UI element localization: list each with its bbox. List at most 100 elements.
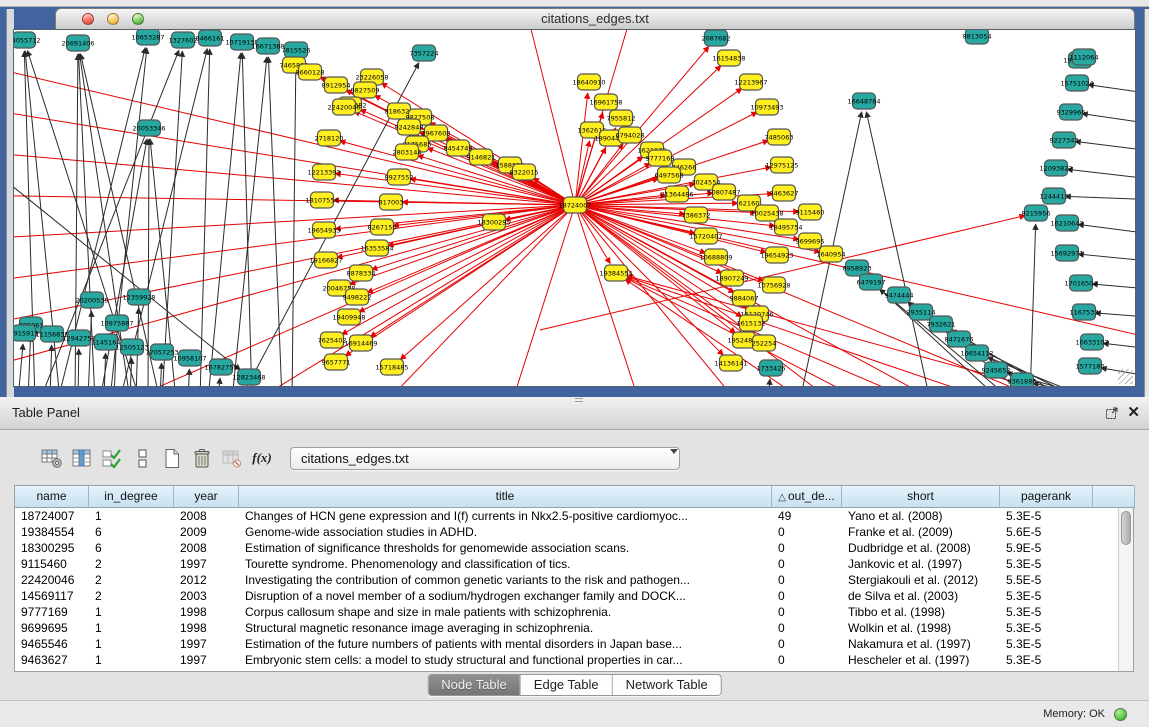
table-row[interactable]: 1872400712008Changes of HCN gene express… [15,508,1118,524]
column-header-short[interactable]: short [842,486,1000,508]
svg-text:10688809: 10688809 [699,253,732,261]
window-resize-grip[interactable] [1118,369,1133,384]
svg-text:15692971: 15692971 [1050,249,1083,257]
network-canvas[interactable]: 1405571220691406106532871327602846616110… [14,30,1135,386]
cell-short: Dudbridge et al. (2008) [842,540,1000,556]
zoom-button[interactable] [132,13,144,25]
tab-edge-table[interactable]: Edge Table [521,675,613,695]
cell-in_degree: 2 [89,588,174,604]
cell-pagerank: 5.3E-5 [1000,508,1093,524]
cell-year: 2009 [174,524,239,540]
function-builder-icon[interactable]: f(x) [250,446,274,470]
svg-text:19384554: 19384554 [599,269,632,277]
scrollbar-thumb[interactable] [1121,511,1131,545]
vertical-scrollbar[interactable] [1118,508,1133,671]
status-bar: Memory: OK [0,700,1149,727]
minimize-button[interactable] [107,13,119,25]
table-row[interactable]: 946554611997Estimation of the future num… [15,636,1118,652]
table-settings-icon[interactable] [40,446,64,470]
svg-text:7386372: 7386372 [682,211,711,219]
table-row[interactable]: 946362711997Embryonic stem cells: a mode… [15,652,1118,668]
svg-text:12213393: 12213393 [307,168,340,176]
table-row[interactable]: 969969511998Structural magnetic resonanc… [15,620,1118,636]
svg-text:10958107: 10958107 [173,354,206,362]
cell-in_degree: 6 [89,524,174,540]
cell- [1093,620,1118,636]
svg-text:2803144: 2803144 [393,148,422,156]
memory-ok-indicator[interactable] [1114,708,1127,721]
svg-text:1733426: 1733426 [757,364,786,372]
cell- [1093,652,1118,668]
table-row[interactable]: 1830029562008Estimation of significance … [15,540,1118,556]
svg-text:8471676: 8471676 [945,335,974,343]
column-header-filler[interactable] [1093,486,1135,508]
cell-pagerank: 5.3E-5 [1000,588,1093,604]
cell-title: Embryonic stem cells: a model to study s… [239,652,772,668]
svg-text:10654112: 10654112 [960,349,993,357]
table-selector-dropdown[interactable]: citations_edges.txt [290,447,680,470]
svg-text:12975125: 12975125 [765,161,798,169]
cell-short: Tibbo et al. (1998) [842,604,1000,620]
svg-text:8958923: 8958923 [843,264,872,272]
svg-text:2087682: 2087682 [702,34,731,42]
column-header-title[interactable]: title [239,486,772,508]
background-window-edge-left [6,9,14,397]
svg-text:21364486: 21364486 [660,190,693,198]
svg-text:18724007: 18724007 [558,201,591,209]
cell-short: Hescheler et al. (1997) [842,652,1000,668]
table-panel-title: Table Panel [12,397,80,429]
column-header-in_degree[interactable]: in_degree [89,486,174,508]
app-toolbar-edge [0,0,1149,7]
tab-network-table[interactable]: Network Table [613,675,721,695]
cell-out_de...: 0 [772,572,842,588]
svg-text:1112064: 1112064 [1070,53,1099,61]
svg-text:9657771: 9657771 [322,358,351,366]
table-row[interactable]: 977716911998Corpus callosum shape and si… [15,604,1118,620]
column-visibility-icon[interactable] [70,446,94,470]
cell-title: Disruption of a novel member of a sodium… [239,588,772,604]
svg-text:7932621: 7932621 [927,320,956,328]
svg-text:10975887: 10975887 [100,319,133,327]
cell-title: Structural magnetic resonance image aver… [239,620,772,636]
svg-text:10807487: 10807487 [707,188,740,196]
cell- [1093,508,1118,524]
cell-name: 9115460 [15,556,89,572]
column-header-name[interactable]: name [15,486,89,508]
table-row[interactable]: 1456911722003Disruption of a novel membe… [15,588,1118,604]
cell-name: 9777169 [15,604,89,620]
table-row[interactable]: 911546021997Tourette syndrome. Phenomeno… [15,556,1118,572]
cell- [1093,556,1118,572]
svg-text:9699695: 9699695 [796,237,825,245]
import-table-disabled-icon [220,446,244,470]
svg-text:19166827: 19166827 [309,256,342,264]
close-button[interactable] [82,13,94,25]
tab-node-table[interactable]: Node Table [428,675,521,695]
network-window-titlebar[interactable]: citations_edges.txt [55,8,1135,30]
delete-table-icon[interactable] [190,446,214,470]
svg-text:6497568: 6497568 [655,171,684,179]
table-row[interactable]: 1938455462009Genome-wide association stu… [15,524,1118,540]
column-header-year[interactable]: year [174,486,239,508]
float-panel-icon[interactable] [1105,406,1119,420]
column-header-pagerank[interactable]: pagerank [1000,486,1093,508]
cell-pagerank: 5.3E-5 [1000,604,1093,620]
new-document-icon[interactable] [160,446,184,470]
svg-text:6479197: 6479197 [857,278,886,286]
table-row[interactable]: 2242004622012Investigating the contribut… [15,572,1118,588]
validate-columns-icon[interactable] [100,446,124,470]
cell-name: 19384554 [15,524,89,540]
svg-text:6794028: 6794028 [616,131,645,139]
svg-text:10756928: 10756928 [757,281,790,289]
cell-in_degree: 1 [89,652,174,668]
close-panel-icon[interactable]: ✕ [1127,403,1140,423]
column-header-out_de...[interactable]: △out_de... [772,486,842,508]
svg-text:817003: 817003 [379,198,404,206]
cell-out_de...: 0 [772,652,842,668]
merge-rows-icon[interactable] [130,446,154,470]
svg-text:22420046: 22420046 [327,103,360,111]
svg-text:20053346: 20053346 [132,124,165,132]
svg-text:16961758: 16961758 [589,98,622,106]
splitter-handle[interactable] [575,398,583,402]
cell-in_degree: 1 [89,604,174,620]
cell-pagerank: 5.3E-5 [1000,556,1093,572]
